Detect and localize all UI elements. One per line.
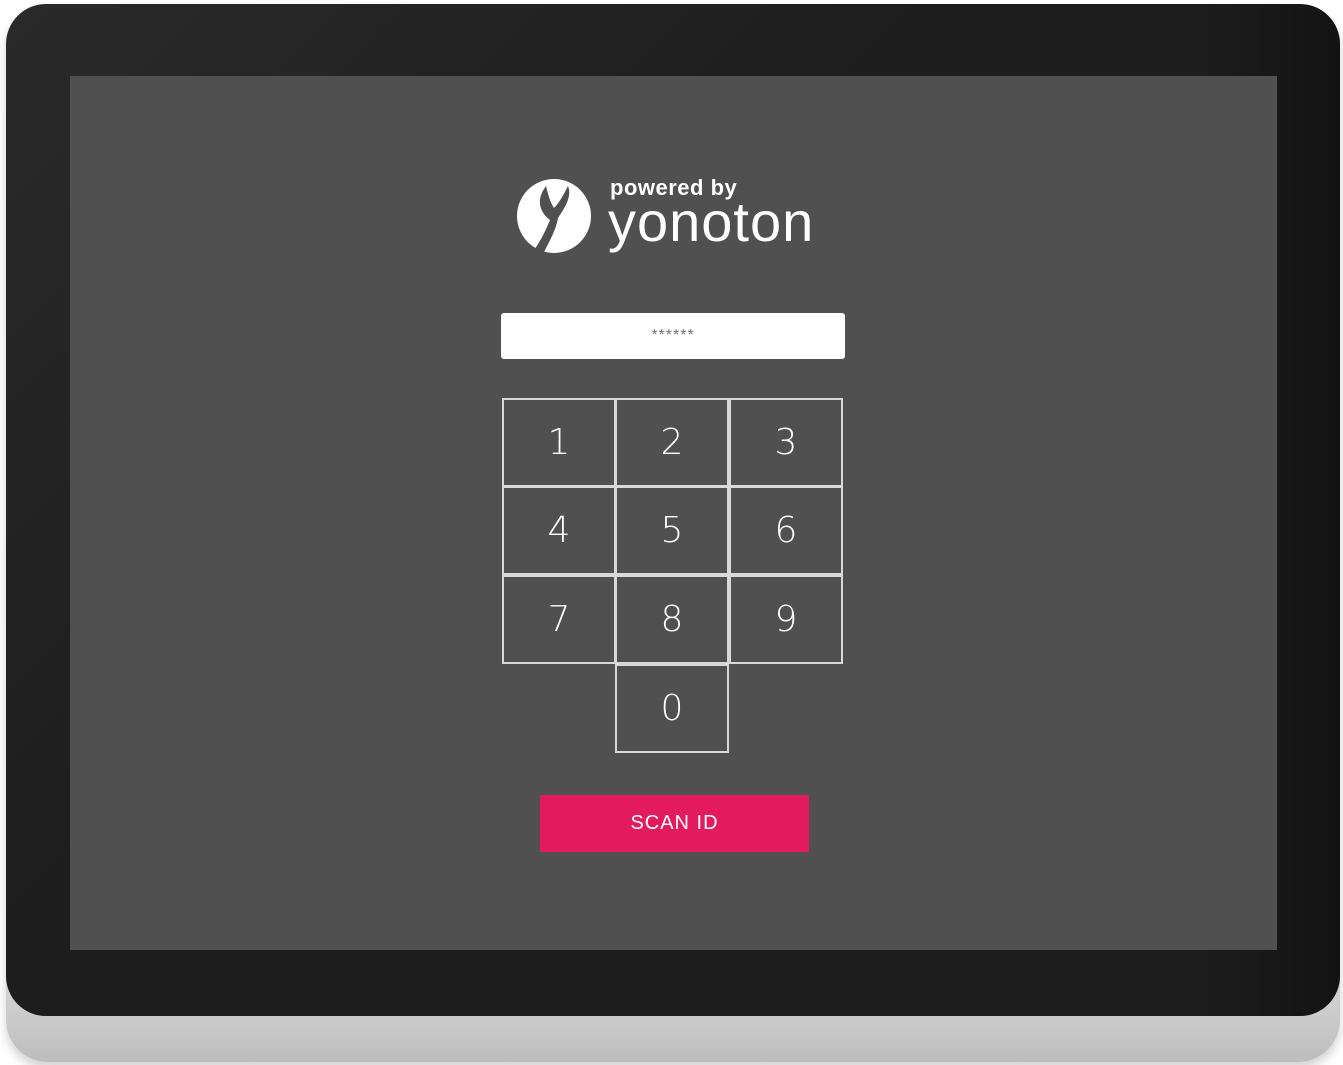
tablet-device: powered by yonoton 1 2 3 4 5 6 7 8 9 0 S…	[6, 4, 1340, 1062]
brand-name: yonoton	[608, 190, 815, 253]
yonoton-logo: powered by yonoton	[516, 174, 836, 254]
kiosk-screen: powered by yonoton 1 2 3 4 5 6 7 8 9 0 S…	[70, 76, 1277, 950]
pin-input[interactable]	[501, 313, 845, 359]
keypad-key-5[interactable]: 5	[615, 486, 729, 575]
keypad-key-0[interactable]: 0	[615, 664, 729, 753]
numeric-keypad: 1 2 3 4 5 6 7 8 9 0	[502, 398, 846, 758]
keypad-key-9[interactable]: 9	[729, 575, 843, 664]
keypad-key-6[interactable]: 6	[729, 486, 843, 575]
keypad-key-2[interactable]: 2	[615, 398, 729, 487]
keypad-key-8[interactable]: 8	[615, 575, 729, 664]
keypad-key-4[interactable]: 4	[502, 486, 616, 575]
keypad-key-7[interactable]: 7	[502, 575, 616, 664]
keypad-key-3[interactable]: 3	[729, 398, 843, 487]
scan-id-button[interactable]: SCAN ID	[540, 795, 809, 852]
tablet-bezel: powered by yonoton 1 2 3 4 5 6 7 8 9 0 S…	[6, 4, 1340, 1016]
yonoton-leaf-icon	[517, 179, 591, 253]
keypad-key-1[interactable]: 1	[502, 398, 616, 487]
